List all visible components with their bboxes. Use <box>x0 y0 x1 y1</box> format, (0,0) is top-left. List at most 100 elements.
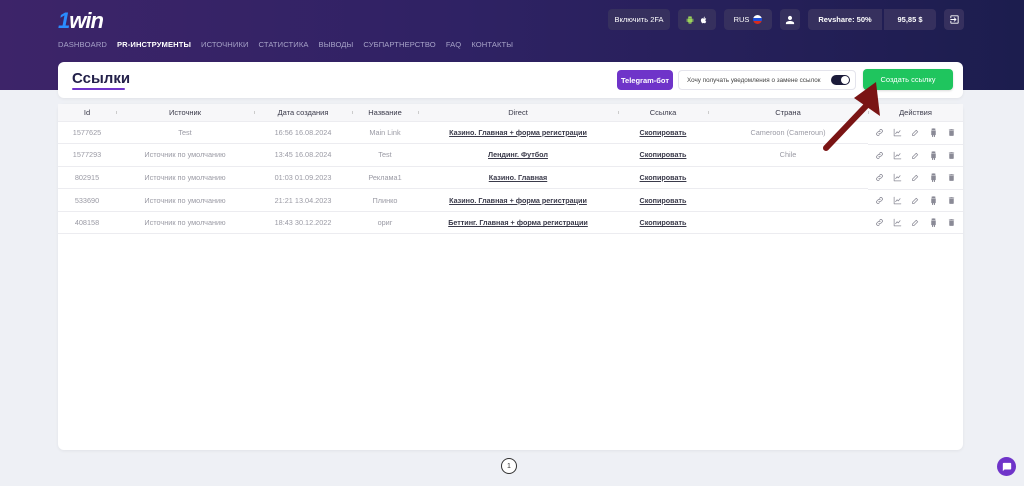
user-icon <box>785 15 795 24</box>
nav-item-faq[interactable]: FAQ <box>446 40 462 49</box>
cell-actions <box>868 188 963 212</box>
header-source[interactable]: Источник <box>116 104 254 121</box>
android-icon[interactable] <box>686 15 694 25</box>
cell-copy-link[interactable]: Скопировать <box>618 143 708 167</box>
cell-source: Test <box>116 120 254 144</box>
balance-badge[interactable]: 95,85 $ <box>884 9 936 30</box>
nav-item-dashboard[interactable]: DASHBOARD <box>58 40 107 49</box>
android-icon[interactable] <box>928 217 940 229</box>
page-title: Ссылки <box>72 70 131 87</box>
cell-copy-link[interactable]: Скопировать <box>618 188 708 212</box>
cell-id: 408158 <box>58 210 116 235</box>
android-icon[interactable] <box>928 127 940 139</box>
logo-text: 1win <box>58 8 104 33</box>
header-created[interactable]: Дата создания <box>254 104 352 121</box>
header-name[interactable]: Название <box>352 104 418 121</box>
stats-icon[interactable] <box>892 149 904 161</box>
revshare-badge[interactable]: Revshare: 50% <box>808 9 882 30</box>
table-row: 533690 Источник по умолчанию 21:21 13.04.2… <box>58 188 963 212</box>
stats-icon[interactable] <box>892 217 904 229</box>
stats-icon[interactable] <box>892 172 904 184</box>
cell-country <box>708 188 868 212</box>
header-direct[interactable]: Direct <box>418 104 618 121</box>
cell-country <box>708 210 868 235</box>
cell-copy-link[interactable]: Скопировать <box>618 210 708 235</box>
support-chat-button[interactable] <box>997 457 1016 476</box>
cell-created: 21:21 13.04.2023 <box>254 188 352 212</box>
logout-button[interactable] <box>944 9 964 30</box>
notify-label: Хочу получать уведомления о замене ссыло… <box>687 76 821 84</box>
android-icon[interactable] <box>928 172 940 184</box>
table-row: 408158 Источник по умолчанию 18:43 30.12.2… <box>58 210 963 235</box>
telegram-bot-button[interactable]: Telegram-бот <box>617 70 673 90</box>
delete-icon[interactable] <box>946 127 958 139</box>
cell-source: Источник по умолчанию <box>116 188 254 212</box>
link-icon[interactable] <box>874 217 886 229</box>
nav-item-subpartnership[interactable]: СУБПАРТНЕРСТВО <box>363 40 435 49</box>
annotation-arrow <box>823 82 880 151</box>
russia-flag-icon <box>753 15 763 24</box>
cell-created: 18:43 30.12.2022 <box>254 210 352 235</box>
apple-icon[interactable] <box>700 15 708 25</box>
profile-button[interactable] <box>780 9 800 30</box>
cell-created: 13:45 16.08.2024 <box>254 143 352 167</box>
cell-direct[interactable]: Казино. Главная + форма регистрации <box>418 188 618 212</box>
cell-country <box>708 165 868 189</box>
delete-icon[interactable] <box>946 149 958 161</box>
edit-icon[interactable] <box>910 149 922 161</box>
enable-2fa-button[interactable]: Включить 2FA <box>608 9 670 30</box>
header-id[interactable]: Id <box>58 104 116 121</box>
nav-item-sources[interactable]: ИСТОЧНИКИ <box>201 40 249 49</box>
nav-item-pr-tools[interactable]: PR-ИНСТРУМЕНТЫ <box>117 40 191 49</box>
language-label: RUS <box>733 15 750 24</box>
cell-created: 01:03 01.09.2023 <box>254 165 352 189</box>
cell-copy-link[interactable]: Скопировать <box>618 120 708 144</box>
stats-icon[interactable] <box>892 195 904 207</box>
delete-icon[interactable] <box>946 195 958 207</box>
cell-direct[interactable]: Казино. Главная <box>418 165 618 189</box>
edit-icon[interactable] <box>910 195 922 207</box>
cell-source: Источник по умолчанию <box>116 165 254 189</box>
cell-source: Источник по умолчанию <box>116 143 254 167</box>
main-nav: DASHBOARD PR-ИНСТРУМЕНТЫ ИСТОЧНИКИ СТАТИ… <box>58 40 513 49</box>
cell-actions <box>868 211 963 234</box>
logo[interactable]: 1win <box>58 8 104 33</box>
chat-icon <box>1002 462 1011 471</box>
logout-icon <box>949 15 959 24</box>
edit-icon[interactable] <box>910 127 922 139</box>
cell-name: Test <box>352 143 418 167</box>
link-icon[interactable] <box>874 195 886 207</box>
cell-direct[interactable]: Беттинг. Главная + форма регистрации <box>418 210 618 235</box>
cell-created: 16:56 16.08.2024 <box>254 120 352 144</box>
topbar: Включить 2FA RUS Revshare: 50% 95,85 $ <box>608 9 964 30</box>
cell-name: ориг <box>352 210 418 235</box>
edit-icon[interactable] <box>910 217 922 229</box>
delete-icon[interactable] <box>946 217 958 229</box>
cell-id: 1577625 <box>58 120 116 144</box>
cell-id: 1577293 <box>58 143 116 167</box>
android-icon[interactable] <box>928 149 940 161</box>
header-link[interactable]: Ссылка <box>618 104 708 121</box>
cell-actions <box>868 166 963 189</box>
cell-name: Реклама1 <box>352 165 418 189</box>
nav-item-contacts[interactable]: КОНТАКТЫ <box>471 40 513 49</box>
title-underline <box>72 88 125 90</box>
cell-direct[interactable]: Лендинг. Футбол <box>418 143 618 167</box>
nav-item-withdrawals[interactable]: ВЫВОДЫ <box>319 40 354 49</box>
cell-name: Main Link <box>352 120 418 144</box>
cell-name: Плинко <box>352 188 418 212</box>
cell-id: 533690 <box>58 188 116 212</box>
edit-icon[interactable] <box>910 172 922 184</box>
cell-copy-link[interactable]: Скопировать <box>618 165 708 189</box>
delete-icon[interactable] <box>946 172 958 184</box>
app-download-buttons[interactable] <box>678 9 716 30</box>
cell-source: Источник по умолчанию <box>116 210 254 235</box>
android-icon[interactable] <box>928 195 940 207</box>
stats-icon[interactable] <box>892 127 904 139</box>
link-icon[interactable] <box>874 172 886 184</box>
cell-direct[interactable]: Казино. Главная + форма регистрации <box>418 120 618 144</box>
nav-item-statistics[interactable]: СТАТИСТИКА <box>259 40 309 49</box>
table-row: 802915 Источник по умолчанию 01:03 01.09.2… <box>58 165 963 189</box>
pagination-page-1[interactable]: 1 <box>501 458 517 474</box>
language-selector[interactable]: RUS <box>724 9 772 30</box>
